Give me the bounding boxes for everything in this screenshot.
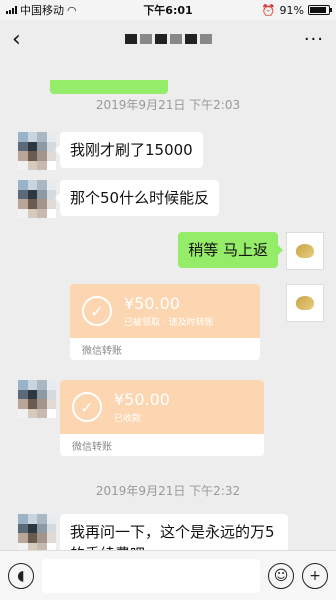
transfer-label: 微信转账 [82, 346, 122, 357]
transfer-status: 已被领取 · 请及时转账 [124, 318, 214, 328]
message-bubble-own[interactable]: 稍等 马上返 [178, 232, 283, 268]
signal-icon [6, 6, 17, 14]
transfer-amount: ¥50.00 [114, 390, 170, 409]
chat-area[interactable]: 2019年9月21日 下午2:03 我刚才刷了15000 那个50什么时候能反 … [0, 40, 336, 554]
checkmark-icon: ✓ [82, 296, 112, 326]
add-button[interactable]: + [302, 562, 328, 589]
own-avatar[interactable] [286, 232, 324, 270]
timestamp: 2019年9月21日 下午2:03 [95, 98, 241, 112]
transfer-label: 微信转账 [72, 442, 112, 453]
checkmark-icon: ✓ [72, 392, 102, 422]
status-bar: 中国移动 ◠ 下午6:01 ⏰ 91% [0, 0, 336, 20]
message-input[interactable] [42, 558, 260, 593]
alarm-icon: ⏰ [261, 3, 276, 17]
battery-percent: 91% [279, 3, 304, 17]
brand-logo-icon [296, 296, 314, 310]
brand-logo-icon [296, 244, 314, 258]
voice-icon: ◖ [17, 567, 25, 584]
message-bubble[interactable]: 我再问一下，这个是永远的万5的手续费吧 [60, 514, 288, 554]
emoji-button[interactable]: ☺ [268, 562, 294, 589]
previous-message-bubble [50, 80, 168, 94]
timestamp: 2019年9月21日 下午2:32 [95, 484, 241, 498]
carrier-label: 中国移动 [20, 4, 64, 17]
input-bar: ◖ ☺ + [0, 550, 336, 600]
avatar[interactable] [18, 514, 56, 552]
transfer-status: 已收款 [114, 414, 142, 424]
voice-button[interactable]: ◖ [8, 562, 34, 589]
transfer-amount: ¥50.00 [124, 294, 180, 313]
transfer-card-sent[interactable]: ✓ ¥50.00 已被领取 · 请及时转账 微信转账 [70, 284, 260, 360]
transfer-card-received[interactable]: ✓ ¥50.00 已收款 微信转账 [60, 380, 264, 456]
plus-icon: + [309, 567, 321, 584]
wifi-icon: ◠ [67, 3, 77, 17]
emoji-icon: ☺ [273, 567, 289, 584]
battery-icon [308, 5, 332, 15]
own-avatar[interactable] [286, 284, 324, 322]
avatar[interactable] [18, 380, 56, 418]
avatar[interactable] [18, 180, 56, 218]
message-bubble[interactable]: 我刚才刷了15000 [55, 132, 203, 168]
avatar[interactable] [18, 132, 56, 170]
clock: 下午6:01 [143, 4, 193, 17]
message-bubble[interactable]: 那个50什么时候能反 [54, 180, 220, 216]
